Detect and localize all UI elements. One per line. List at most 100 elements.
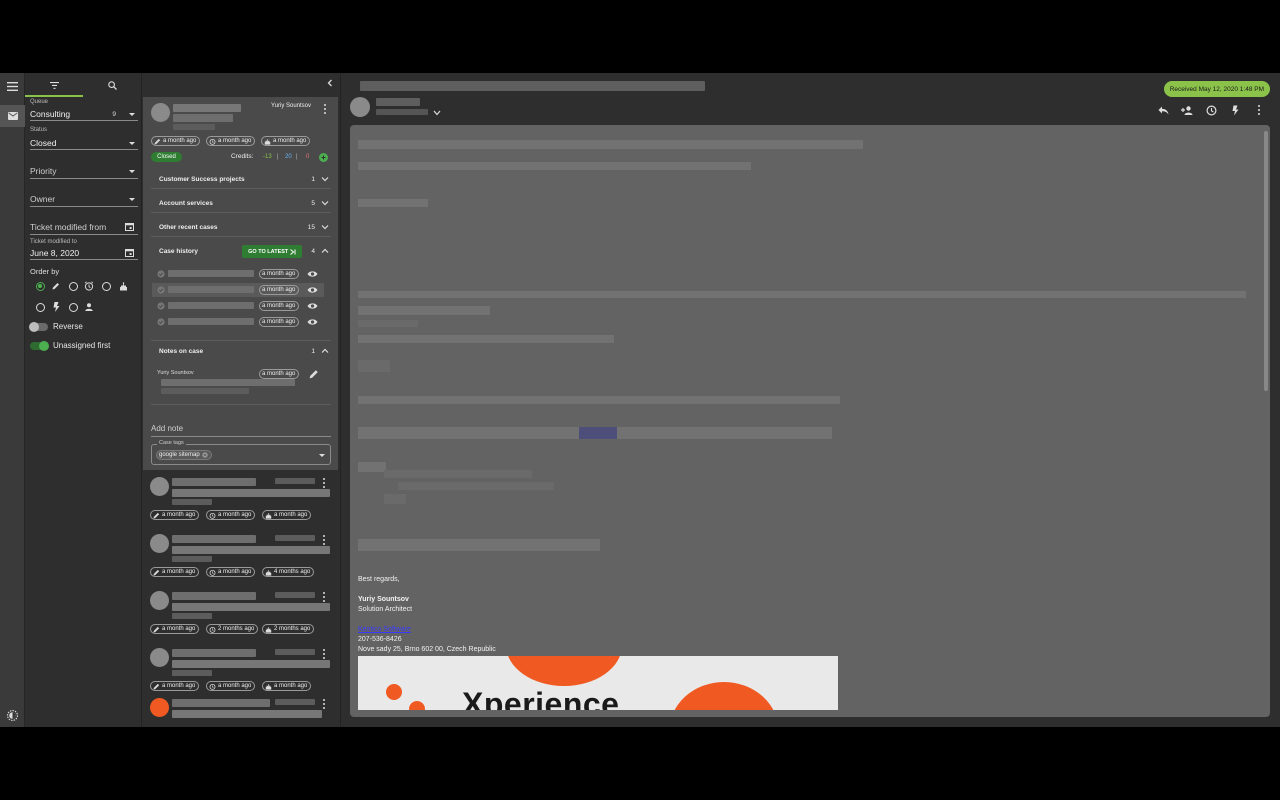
history-button[interactable] bbox=[1204, 103, 1218, 117]
case-list-item[interactable]: a month ago a month ago a month ago bbox=[142, 475, 339, 530]
history-row[interactable]: a month ago bbox=[152, 283, 324, 297]
section-notes: Notes on case 1 Yuriy Sountsov a month a… bbox=[151, 341, 331, 405]
time-chip: a month ago bbox=[150, 567, 200, 577]
tag-chip[interactable]: google sitemap bbox=[156, 450, 212, 460]
avatar bbox=[150, 591, 169, 610]
theme-toggle-button[interactable] bbox=[0, 704, 25, 726]
reply-icon bbox=[1158, 106, 1168, 114]
case-list-item[interactable]: a month ago a month ago a month ago bbox=[142, 646, 339, 701]
unassigned-first-label: Unassigned first bbox=[53, 341, 111, 350]
history-row[interactable]: a month ago bbox=[152, 267, 324, 281]
alarm-icon bbox=[209, 569, 216, 576]
expanded-case-card[interactable]: Yuriy Sountsov a month ago a month ago a… bbox=[143, 97, 338, 470]
menu-button[interactable] bbox=[0, 75, 25, 97]
chevron-down-icon bbox=[321, 201, 329, 206]
alarm-icon bbox=[209, 683, 216, 690]
case-tags-field[interactable]: Case tags google sitemap bbox=[151, 440, 331, 465]
signature-link[interactable]: Kentico Software bbox=[358, 626, 411, 633]
edit-icon[interactable] bbox=[309, 369, 319, 379]
modified-from-field[interactable]: Ticket modified from bbox=[30, 220, 138, 235]
chevron-down-icon bbox=[321, 225, 329, 230]
calendar-icon[interactable] bbox=[125, 248, 134, 257]
add-note-input[interactable]: Add note bbox=[151, 423, 331, 437]
cake-icon bbox=[265, 569, 272, 576]
pencil-icon bbox=[153, 512, 160, 519]
calendar-icon[interactable] bbox=[125, 222, 134, 231]
more-vert-icon[interactable] bbox=[322, 478, 325, 488]
chevron-left-icon[interactable] bbox=[326, 79, 334, 87]
priority-select[interactable]: Priority bbox=[30, 164, 138, 179]
avatar bbox=[150, 648, 169, 667]
chevron-up-icon bbox=[321, 248, 329, 253]
case-list-item[interactable]: a month ago 2 months ago 2 months ago bbox=[142, 589, 339, 644]
chevron-up-icon bbox=[321, 348, 329, 353]
more-vert-icon[interactable] bbox=[323, 104, 326, 114]
eye-icon[interactable] bbox=[307, 270, 318, 278]
time-chip: 2 months ago bbox=[262, 624, 315, 634]
owner-placeholder: Owner bbox=[30, 194, 56, 204]
sender-avatar bbox=[350, 97, 370, 117]
owner-name: Yuriy Sountsov bbox=[271, 103, 312, 109]
more-vert-icon[interactable] bbox=[322, 592, 325, 602]
reverse-toggle[interactable] bbox=[29, 322, 48, 332]
created-chip: a month ago bbox=[151, 136, 201, 146]
add-credit-button[interactable] bbox=[319, 153, 328, 162]
order-radio-person[interactable] bbox=[68, 302, 78, 312]
pencil-icon bbox=[154, 138, 161, 145]
queue-select[interactable]: Queue Consulting 9 bbox=[30, 99, 138, 121]
chevron-down-icon[interactable] bbox=[433, 110, 441, 116]
mail-icon bbox=[7, 112, 18, 120]
modified-to-field[interactable]: Ticket modified to June 8, 2020 bbox=[30, 239, 138, 260]
tab-search[interactable] bbox=[83, 73, 141, 97]
order-by-label: Order by bbox=[30, 267, 60, 276]
time-chip: a month ago bbox=[150, 681, 200, 691]
eye-icon[interactable] bbox=[307, 286, 318, 294]
history-icon bbox=[1205, 104, 1217, 116]
avatar bbox=[150, 698, 169, 717]
unassigned-first-toggle[interactable] bbox=[30, 341, 49, 351]
section-account-services[interactable]: Account services 5 bbox=[151, 193, 331, 213]
tab-filters[interactable] bbox=[25, 73, 83, 97]
case-history-title: Case history bbox=[159, 248, 199, 255]
modified-from-placeholder: Ticket modified from bbox=[30, 222, 107, 232]
filter-tabs bbox=[25, 73, 142, 97]
avatar bbox=[150, 477, 169, 496]
case-list-item[interactable] bbox=[142, 696, 339, 727]
note-author: Yuriy Sountsov bbox=[157, 370, 194, 376]
order-radio-flash[interactable] bbox=[35, 302, 45, 312]
more-vert-icon[interactable] bbox=[322, 535, 325, 545]
section-other-recent-cases[interactable]: Other recent cases 15 bbox=[151, 217, 331, 237]
nav-rail bbox=[0, 73, 25, 727]
eye-icon[interactable] bbox=[307, 318, 318, 326]
email-subject bbox=[360, 81, 705, 91]
order-radio-cake[interactable] bbox=[101, 281, 111, 291]
signature-banner-image: Xperience bbox=[358, 656, 838, 710]
history-row[interactable]: a month ago bbox=[152, 315, 324, 329]
status-select[interactable]: Status Closed bbox=[30, 127, 138, 150]
email-view: Received May 12, 2020 1:48 PM Best regar… bbox=[342, 73, 1280, 727]
order-radio-created[interactable] bbox=[35, 281, 45, 291]
history-row[interactable]: a month ago bbox=[152, 299, 324, 313]
scrollbar[interactable] bbox=[1264, 131, 1268, 391]
owner-select[interactable]: Owner bbox=[30, 192, 138, 207]
more-vert-icon[interactable] bbox=[322, 649, 325, 659]
reply-button[interactable] bbox=[1156, 103, 1170, 117]
cake-icon bbox=[265, 683, 272, 690]
signature-phone: 207-536-8426 bbox=[358, 636, 402, 643]
assign-person-button[interactable] bbox=[1180, 103, 1194, 117]
alarm-chip: a month ago bbox=[206, 136, 256, 146]
more-options-button[interactable] bbox=[1252, 103, 1266, 117]
mail-nav-button[interactable] bbox=[0, 105, 25, 127]
go-to-latest-button[interactable]: GO TO LATEST bbox=[242, 245, 302, 258]
person-icon bbox=[84, 302, 94, 312]
section-customer-success[interactable]: Customer Success projects 1 bbox=[151, 169, 331, 189]
time-chip: a month ago bbox=[262, 510, 312, 520]
case-list-item[interactable]: a month ago a month ago 4 months ago bbox=[142, 532, 339, 587]
app-window: Queue Consulting 9 Status Closed Priorit… bbox=[0, 73, 1280, 727]
eye-icon[interactable] bbox=[307, 302, 318, 310]
signature-greeting: Best regards, bbox=[358, 576, 400, 583]
quick-action-button[interactable] bbox=[1228, 103, 1242, 117]
order-radio-alarm[interactable] bbox=[68, 281, 78, 291]
flash-icon bbox=[51, 302, 61, 312]
more-vert-icon[interactable] bbox=[322, 699, 325, 709]
